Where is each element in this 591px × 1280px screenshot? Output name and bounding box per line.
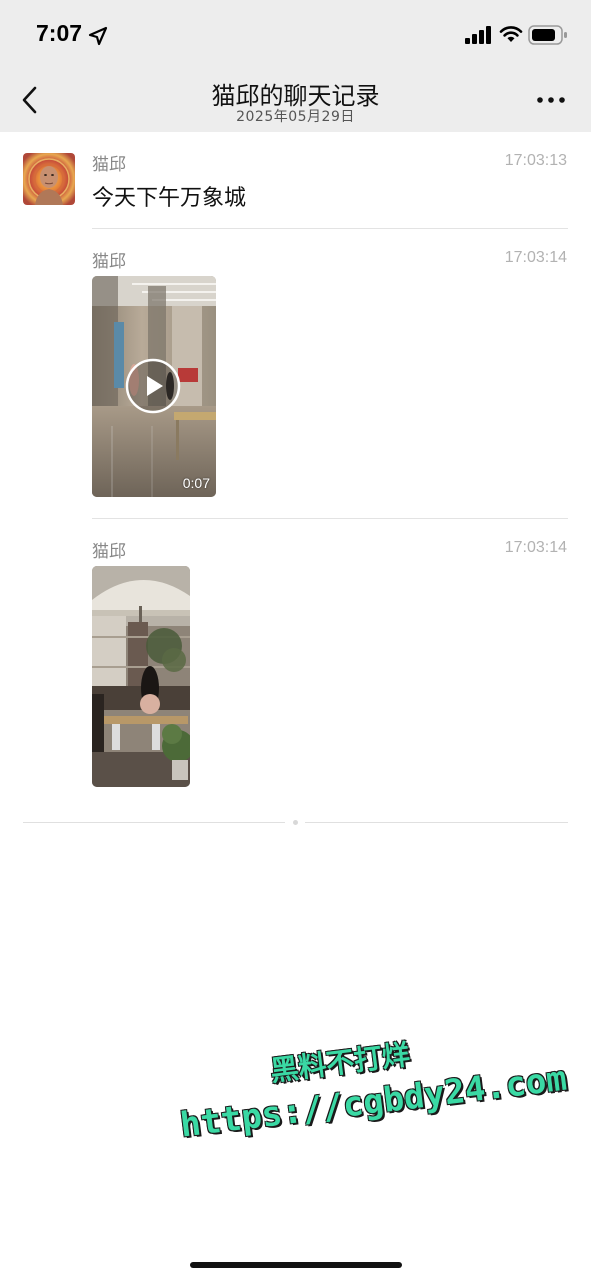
sender-name: 猫邱 — [92, 155, 126, 175]
sender-name: 猫邱 — [92, 542, 126, 562]
end-separator-left — [23, 822, 285, 823]
end-separator-right — [305, 822, 568, 823]
cellular-signal-icon — [465, 26, 491, 44]
play-icon[interactable] — [125, 358, 181, 414]
divider — [92, 518, 568, 519]
status-time: 7:07 — [36, 20, 83, 46]
video-message[interactable]: 0:07 — [92, 276, 216, 497]
message-time: 17:03:13 — [504, 152, 567, 169]
more-dots-icon[interactable] — [536, 95, 566, 105]
page-subtitle: 2025年05月29日 — [236, 109, 355, 125]
end-separator-dot — [293, 820, 298, 825]
video-duration: 0:07 — [182, 475, 210, 491]
message-text: 今天下午万象城 — [92, 186, 247, 211]
message-time: 17:03:14 — [504, 539, 567, 556]
divider — [92, 228, 568, 229]
image-message[interactable] — [92, 566, 190, 787]
wifi-icon — [499, 26, 523, 42]
sender-name: 猫邱 — [92, 252, 126, 272]
avatar[interactable] — [23, 153, 75, 205]
message-time: 17:03:14 — [504, 249, 567, 266]
battery-icon — [528, 25, 567, 45]
home-indicator[interactable] — [190, 1262, 402, 1268]
image-thumbnail — [92, 566, 190, 787]
location-arrow-icon — [88, 26, 108, 46]
